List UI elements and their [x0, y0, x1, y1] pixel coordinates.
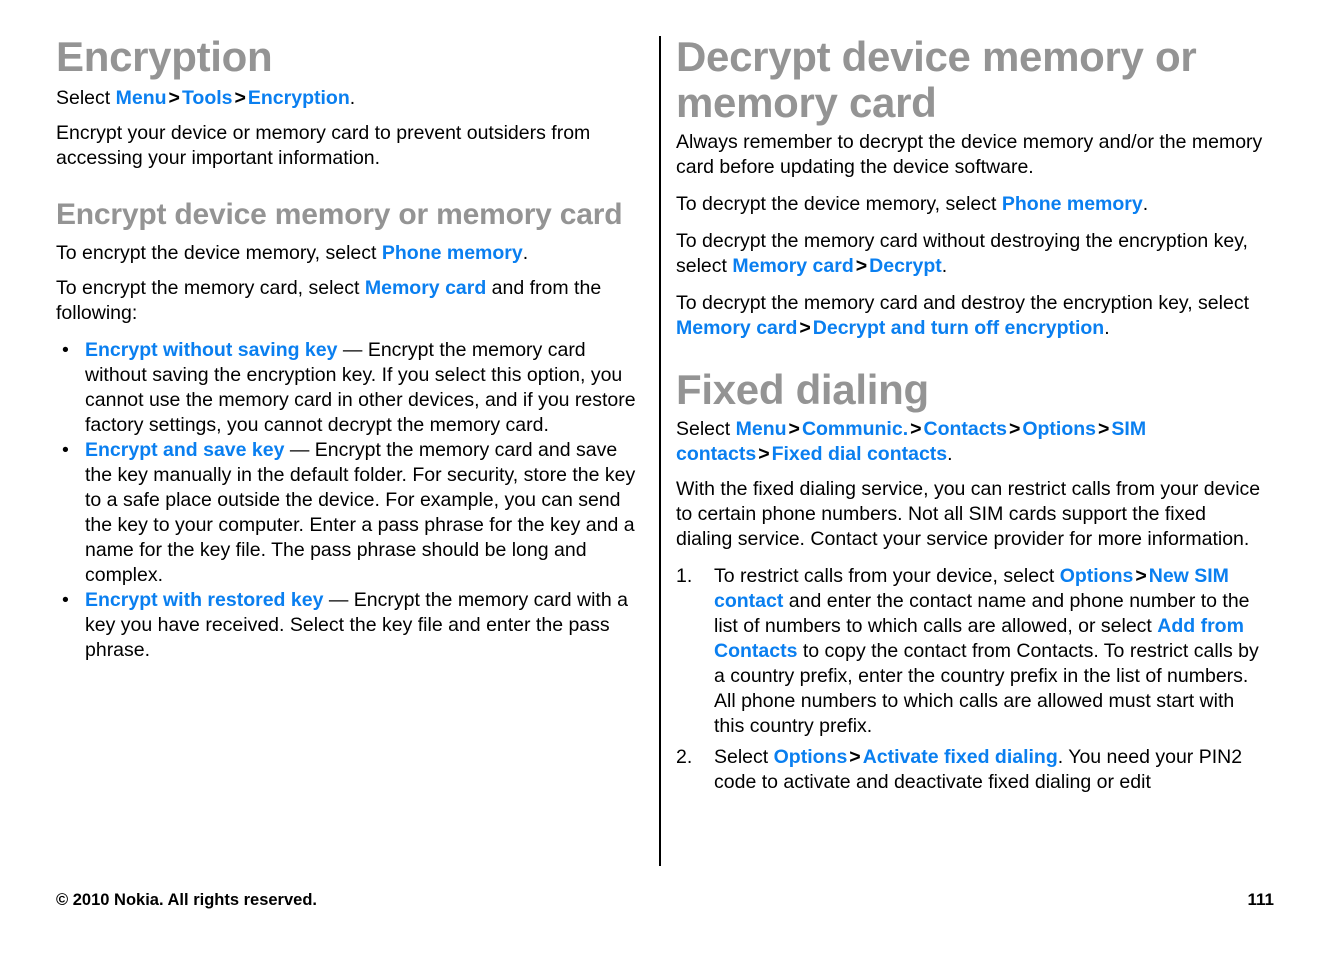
- bullet-icon: •: [62, 439, 69, 461]
- select-lead: Select: [676, 418, 736, 440]
- path-separator: >: [799, 317, 811, 339]
- menu-link[interactable]: Menu: [736, 418, 787, 440]
- encrypt-section-heading: Encrypt device memory or memory card: [56, 198, 623, 231]
- options-link[interactable]: Options: [1022, 418, 1096, 440]
- paragraph-before: To decrypt the memory card and destroy t…: [676, 292, 1249, 314]
- page-footer: © 2010 Nokia. All rights reserved. 111: [56, 890, 1274, 916]
- paragraph-before: To decrypt the device memory, select: [676, 193, 1002, 215]
- path-trailing: .: [349, 87, 356, 109]
- right-column: Decrypt device memory or memory card Alw…: [676, 34, 1266, 801]
- bullet-icon: •: [62, 339, 69, 361]
- list-item-description: Encrypt the memory card and save the key…: [85, 439, 636, 586]
- em-dash: —: [337, 339, 368, 361]
- list-item: 1. To restrict calls from your device, se…: [676, 564, 1266, 739]
- encryption-intro-paragraph: Encrypt your device or memory card to pr…: [56, 122, 591, 169]
- encryption-select-path: Select Menu > Tools > Encryption.: [56, 86, 646, 111]
- memory-card-link[interactable]: Memory card: [365, 277, 486, 299]
- select-lead: Select: [56, 87, 116, 109]
- path-separator: >: [1098, 418, 1110, 440]
- path-separator: >: [788, 418, 800, 440]
- fixed-dialing-title: Fixed dialing: [676, 366, 929, 413]
- options-link[interactable]: Options: [1060, 565, 1134, 587]
- list-item: 2. Select Options > Activate fixed dialing.…: [676, 745, 1266, 795]
- contacts-link[interactable]: Contacts: [924, 418, 1007, 440]
- menu-link[interactable]: Menu: [116, 87, 167, 109]
- decrypt-turn-off-encryption-link[interactable]: Decrypt and turn off encryption: [813, 317, 1104, 339]
- paragraph-after: .: [941, 255, 948, 277]
- path-separator: >: [1008, 418, 1021, 440]
- paragraph-after: .: [1142, 193, 1149, 215]
- phone-memory-link[interactable]: Phone memory: [382, 242, 523, 264]
- memory-card-link[interactable]: Memory card: [732, 255, 853, 277]
- list-item: • Encrypt without saving key — Encrypt th…: [56, 338, 646, 438]
- phone-memory-link[interactable]: Phone memory: [1002, 193, 1143, 215]
- paragraph-before: To encrypt the device memory, select: [56, 242, 382, 264]
- tools-link[interactable]: Tools: [182, 87, 233, 109]
- decrypt-link[interactable]: Decrypt: [869, 255, 942, 277]
- left-column: Encryption Select Menu > Tools > Encryption.…: [56, 34, 646, 663]
- document-page: Encryption Select Menu > Tools > Encryption.…: [0, 0, 1322, 954]
- fixed-dialing-select-path: Select Menu > Communic. > Contacts > Options > S…: [676, 417, 1266, 467]
- path-trailing: .: [947, 443, 953, 465]
- encrypt-memory-card-paragraph: To encrypt the memory card, select Memor…: [56, 276, 646, 326]
- communic-link[interactable]: Communic.: [802, 418, 908, 440]
- encryption-link[interactable]: Encryption: [248, 87, 350, 109]
- em-dash: —: [284, 439, 315, 461]
- encryption-options-list: • Encrypt without saving key — Encrypt th…: [56, 338, 646, 663]
- fixed-dialing-steps-list: 1. To restrict calls from your device, se…: [676, 564, 1266, 795]
- options-link[interactable]: Options: [774, 746, 848, 768]
- encrypt-without-saving-key-link[interactable]: Encrypt without saving key: [85, 339, 337, 361]
- path-separator: >: [168, 87, 180, 109]
- path-separator: >: [1135, 565, 1147, 587]
- path-separator: >: [855, 255, 868, 277]
- decrypt-intro-paragraph: Always remember to decrypt the device me…: [676, 131, 1263, 178]
- step-number: 1.: [676, 565, 693, 587]
- paragraph-after: .: [1104, 317, 1110, 339]
- fixed-dialing-intro-paragraph: With the fixed dialing service, you can …: [676, 478, 1261, 550]
- activate-fixed-dialing-link[interactable]: Activate fixed dialing: [863, 746, 1058, 768]
- copyright-text: © 2010 Nokia. All rights reserved.: [56, 891, 317, 909]
- path-separator: >: [758, 443, 770, 465]
- page-number: 111: [1247, 890, 1275, 909]
- memory-card-link[interactable]: Memory card: [676, 317, 797, 339]
- step-text-part: Select: [714, 746, 774, 768]
- encrypt-device-memory-paragraph: To encrypt the device memory, select Pho…: [56, 241, 646, 266]
- decrypt-section-heading: Decrypt device memory or memory card: [676, 33, 1197, 126]
- decrypt-device-memory-paragraph: To decrypt the device memory, select Pho…: [676, 192, 1266, 217]
- em-dash: —: [323, 589, 354, 611]
- page-columns: Encryption Select Menu > Tools > Encryption.…: [56, 34, 1266, 864]
- list-item: • Encrypt and save key — Encrypt the memo…: [56, 438, 646, 588]
- encrypt-with-restored-key-link[interactable]: Encrypt with restored key: [85, 589, 323, 611]
- page-title: Encryption: [56, 33, 273, 80]
- path-separator: >: [849, 746, 861, 768]
- paragraph-before: To encrypt the memory card, select: [56, 277, 365, 299]
- bullet-icon: •: [62, 589, 69, 611]
- fixed-dial-contacts-link[interactable]: Fixed dial contacts: [772, 443, 948, 465]
- paragraph-after: .: [522, 242, 529, 264]
- path-separator: >: [234, 87, 246, 109]
- decrypt-destroy-key-paragraph: To decrypt the memory card and destroy t…: [676, 291, 1266, 341]
- step-number: 2.: [676, 746, 693, 768]
- path-separator: >: [910, 418, 922, 440]
- encrypt-and-save-key-link[interactable]: Encrypt and save key: [85, 439, 284, 461]
- step-text-part: To restrict calls from your device, sele…: [714, 565, 1060, 587]
- decrypt-keep-key-paragraph: To decrypt the memory card without destr…: [676, 229, 1266, 279]
- list-item: • Encrypt with restored key — Encrypt the…: [56, 588, 646, 663]
